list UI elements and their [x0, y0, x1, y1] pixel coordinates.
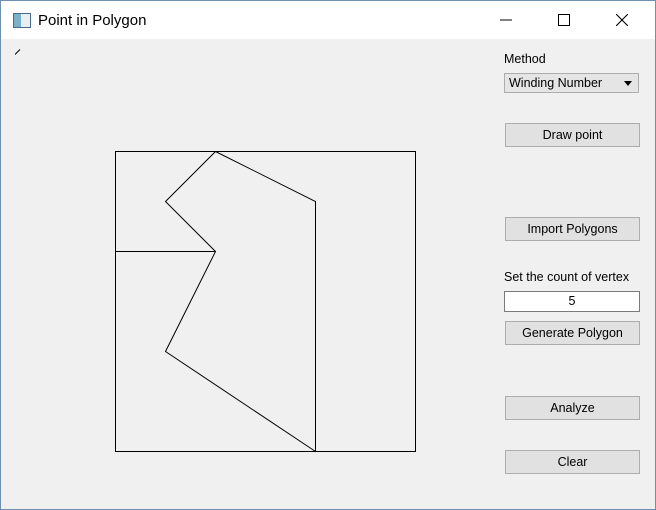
close-icon [616, 14, 628, 26]
client-area: Method Winding Number Draw point Import … [1, 39, 655, 509]
polygon-square [115, 151, 416, 452]
title-bar[interactable]: Point in Polygon [1, 1, 655, 39]
method-selected-value: Winding Number [509, 76, 603, 90]
vertex-count-input[interactable]: 5 [504, 291, 640, 312]
maximize-icon [558, 14, 570, 26]
minimize-button[interactable] [483, 1, 529, 39]
dropdown-arrow-icon [624, 81, 632, 86]
draw-point-button[interactable]: Draw point [505, 123, 640, 147]
vertex-count-label: Set the count of vertex [504, 270, 630, 284]
window-title: Point in Polygon [38, 12, 147, 29]
analyze-button[interactable]: Analyze [505, 396, 640, 420]
clear-button[interactable]: Clear [505, 450, 640, 474]
app-icon [13, 13, 31, 28]
close-button[interactable] [599, 1, 645, 39]
polygon-shape [164, 150, 316, 453]
method-combobox[interactable]: Winding Number [504, 73, 639, 93]
minimize-icon [500, 19, 512, 21]
drawing-canvas[interactable] [1, 39, 491, 509]
import-polygons-button[interactable]: Import Polygons [505, 217, 640, 241]
method-label: Method [504, 52, 546, 66]
generate-polygon-button[interactable]: Generate Polygon [505, 321, 640, 345]
main-window: Point in Polygon Method Winding Number D… [0, 0, 656, 510]
maximize-button[interactable] [541, 1, 587, 39]
